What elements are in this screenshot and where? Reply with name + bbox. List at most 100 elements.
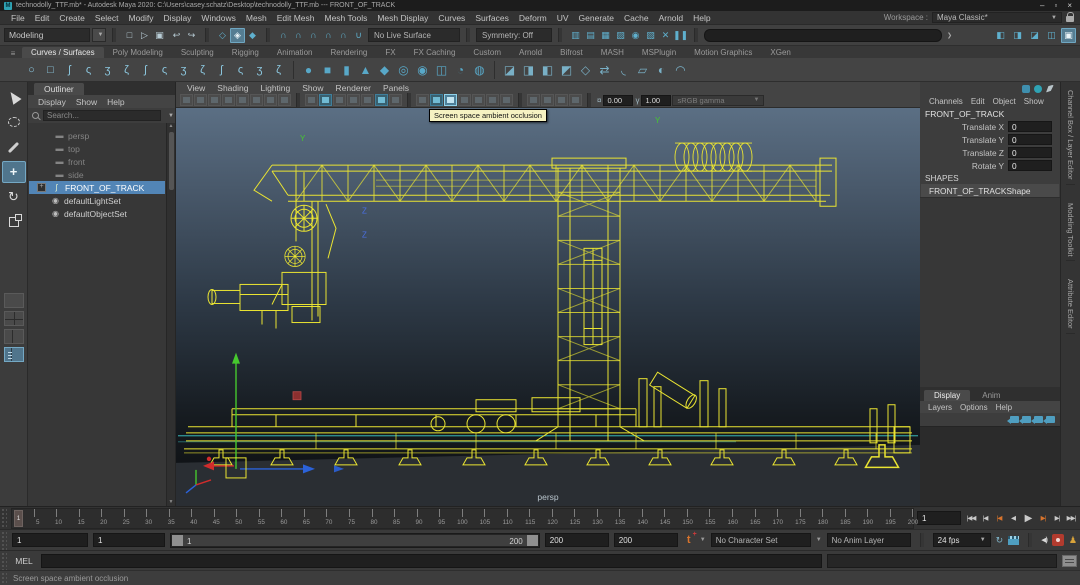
outliner-tab[interactable]: Outliner bbox=[34, 83, 84, 95]
render-settings-icon[interactable]: ▨ bbox=[613, 28, 628, 43]
render-current-frame-icon[interactable]: ▤ bbox=[583, 28, 598, 43]
outliner-item[interactable]: ▬ side bbox=[29, 168, 165, 181]
animation-preferences-icon[interactable]: ♟ bbox=[1069, 535, 1077, 546]
pencil-curve-icon[interactable]: ς bbox=[79, 60, 98, 79]
bookmark-icon[interactable] bbox=[236, 94, 249, 106]
poly-cone-icon[interactable]: ▲ bbox=[356, 60, 375, 79]
maximize-button[interactable]: ▫ bbox=[1054, 2, 1057, 10]
pause-viewport-icon[interactable]: ❚❚ bbox=[673, 28, 688, 43]
minimize-button[interactable]: – bbox=[1040, 2, 1044, 10]
menu-item[interactable]: Edit bbox=[30, 13, 55, 23]
move-tool[interactable]: + bbox=[2, 161, 26, 183]
scale-tool[interactable] bbox=[2, 211, 26, 233]
single-pane-layout-button[interactable] bbox=[4, 293, 24, 308]
viewport-menu-item[interactable]: Shading bbox=[212, 83, 253, 93]
menu-item[interactable]: Generate bbox=[574, 13, 619, 23]
attach-curves-icon[interactable]: ʒ bbox=[174, 60, 193, 79]
insert-knot-icon[interactable]: ʃ bbox=[212, 60, 231, 79]
paint-effects-icon[interactable]: ✕ bbox=[658, 28, 673, 43]
channel-value-field[interactable]: 0 bbox=[1008, 147, 1052, 158]
poly-cube-icon[interactable]: ■ bbox=[318, 60, 337, 79]
film-gate-icon[interactable] bbox=[541, 94, 554, 106]
quad-draw-icon[interactable]: ▱ bbox=[633, 60, 652, 79]
textured-mode-icon[interactable] bbox=[347, 94, 360, 106]
new-empty-layer-icon[interactable] bbox=[1010, 416, 1019, 423]
snap-grid-icon[interactable]: ∩ bbox=[276, 28, 291, 43]
outliner-item[interactable]: ▬ persp bbox=[29, 129, 165, 142]
extract-icon[interactable]: ◩ bbox=[557, 60, 576, 79]
shelf-tab[interactable]: XGen bbox=[761, 47, 799, 58]
command-input[interactable] bbox=[41, 554, 822, 568]
sidebar-tab[interactable]: Modeling Toolkit bbox=[1066, 199, 1075, 262]
channel-box-menu-item[interactable]: Object bbox=[989, 97, 1020, 106]
shelf-tab[interactable]: FX Caching bbox=[405, 47, 465, 58]
step-back-frame-button[interactable]: |◀ bbox=[978, 510, 992, 526]
hypershade-icon[interactable]: ◉ bbox=[628, 28, 643, 43]
image-plane-icon[interactable] bbox=[250, 94, 263, 106]
shelf-tab[interactable]: Rendering bbox=[321, 47, 376, 58]
offset-curve-icon[interactable]: ʒ bbox=[250, 60, 269, 79]
menu-item[interactable]: Mesh bbox=[241, 13, 272, 23]
menu-item[interactable]: Deform bbox=[514, 13, 552, 23]
tool-settings-toggle-icon[interactable]: ▣ bbox=[1061, 28, 1076, 43]
viewport-menu-item[interactable]: Renderer bbox=[331, 83, 376, 93]
menu-item[interactable]: Help bbox=[688, 13, 715, 23]
range-start-handle[interactable] bbox=[172, 535, 183, 546]
channel-row[interactable]: Translate Y 0 bbox=[920, 133, 1060, 146]
play-backwards-button[interactable]: ◀ bbox=[1006, 510, 1020, 526]
wireframe-scene[interactable]: Y Y Z Z bbox=[176, 108, 920, 506]
shelf-tab[interactable]: Bifrost bbox=[551, 47, 592, 58]
menu-item[interactable]: Create bbox=[54, 13, 90, 23]
anim-layer-field[interactable]: No Anim Layer bbox=[827, 533, 911, 547]
lasso-select-tool[interactable] bbox=[2, 111, 26, 133]
poly-torus-icon[interactable]: ◎ bbox=[394, 60, 413, 79]
redo-icon[interactable]: ↪ bbox=[184, 28, 199, 43]
select-hierarchy-icon[interactable]: ◇ bbox=[215, 28, 230, 43]
select-component-icon[interactable]: ◆ bbox=[245, 28, 260, 43]
layer-editor-tab[interactable]: Display bbox=[924, 390, 970, 401]
menu-item[interactable]: Curves bbox=[433, 13, 470, 23]
outliner-persp-layout-button[interactable] bbox=[4, 347, 24, 362]
poly-cylinder-icon[interactable]: ▮ bbox=[337, 60, 356, 79]
sidebar-tab[interactable]: Channel Box / Layer Editor bbox=[1066, 86, 1075, 185]
paint-selection-tool[interactable] bbox=[2, 136, 26, 158]
new-layer-from-selected-icon[interactable] bbox=[1022, 416, 1031, 423]
wireframe-mode-icon[interactable] bbox=[305, 94, 318, 106]
outliner-item[interactable]: ▬ front bbox=[29, 155, 165, 168]
select-object-icon[interactable]: ◈ bbox=[230, 28, 245, 43]
camera-attributes-icon[interactable] bbox=[222, 94, 235, 106]
playback-loop-icon[interactable]: ↻ bbox=[996, 535, 1004, 546]
bridge-icon[interactable]: ⇄ bbox=[595, 60, 614, 79]
menu-item[interactable]: Edit Mesh bbox=[272, 13, 320, 23]
playback-end-field[interactable]: 200 bbox=[545, 533, 609, 547]
humanik-toggle-icon[interactable]: ◨ bbox=[1010, 28, 1025, 43]
range-slider[interactable]: 1 200 bbox=[170, 533, 540, 548]
channel-row[interactable]: Translate Z 0 bbox=[920, 146, 1060, 159]
use-default-material-icon[interactable] bbox=[361, 94, 374, 106]
viewport-menu-item[interactable]: Show bbox=[297, 83, 328, 93]
ipr-render-icon[interactable]: ▦ bbox=[598, 28, 613, 43]
current-time-marker[interactable]: 1 bbox=[14, 510, 23, 527]
undo-icon[interactable]: ↩ bbox=[169, 28, 184, 43]
make-live-icon[interactable]: ∪ bbox=[351, 28, 366, 43]
outliner-scrollbar[interactable]: ▲ ▼ bbox=[166, 123, 175, 506]
poly-sphere-icon[interactable]: ● bbox=[299, 60, 318, 79]
separate-icon[interactable]: ◧ bbox=[538, 60, 557, 79]
fps-dropdown[interactable]: 24 fps▼ bbox=[933, 533, 991, 547]
shelf-menu-icon[interactable]: ≡ bbox=[4, 49, 22, 58]
combine-icon[interactable]: ◨ bbox=[519, 60, 538, 79]
exposure-icon[interactable]: ¤ bbox=[597, 96, 601, 105]
lock-icon[interactable] bbox=[1066, 16, 1074, 22]
new-scene-icon[interactable]: □ bbox=[122, 28, 137, 43]
menu-item[interactable]: UV bbox=[552, 13, 574, 23]
layer-list-area[interactable] bbox=[920, 426, 1060, 506]
nurbs-circle-icon[interactable]: ○ bbox=[22, 60, 41, 79]
channel-box-menu-item[interactable]: Edit bbox=[967, 97, 989, 106]
view-transform-dropdown[interactable]: sRGB gamma▼ bbox=[672, 95, 764, 106]
playback-start-field[interactable]: 1 bbox=[93, 533, 165, 547]
gate-mask-icon[interactable] bbox=[569, 94, 582, 106]
outliner-item[interactable]: ▬ top bbox=[29, 142, 165, 155]
shelf-tab[interactable]: Custom bbox=[464, 47, 510, 58]
snap-point-icon[interactable]: ∩ bbox=[306, 28, 321, 43]
grease-pencil-icon[interactable] bbox=[278, 94, 291, 106]
